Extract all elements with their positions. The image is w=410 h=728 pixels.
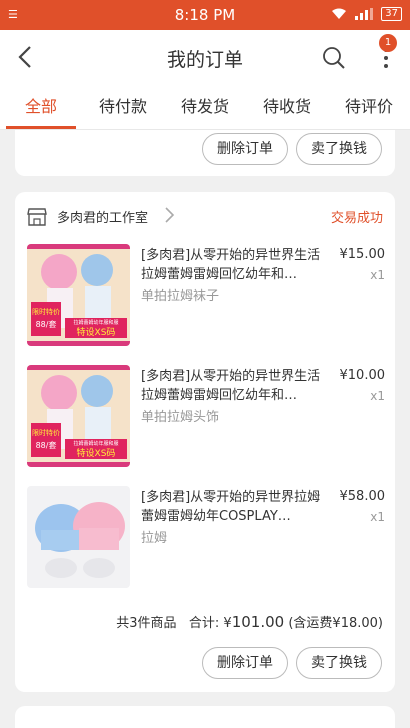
battery-indicator: 37 [381,7,402,21]
product-quantity: x1 [370,510,385,524]
promo-price: 88/套 [36,440,57,450]
tab-pending-payment[interactable]: 待付款 [82,85,164,129]
total-label: 合计: ¥ [188,616,232,631]
signal-icon [355,8,374,20]
banner-top-text: 拉姆蕾姆幼年服和服 [73,440,118,447]
next-order-card [15,706,395,728]
product-sku: 单拍拉姆袜子 [141,289,220,304]
banner-top-text: 拉姆蕾姆幼年服和服 [73,319,118,326]
tab-pending-review[interactable]: 待评价 [328,85,410,129]
product-quantity: x1 [370,268,385,282]
message-badge: 1 [379,34,397,52]
tab-all[interactable]: 全部 [0,85,82,129]
product-price: ¥58.00 [339,489,386,504]
product-title: [多肉君]从零开始的异世界拉姆蕾姆雷姆幼年COSPLAY… [141,490,321,524]
product-image: 限时特价 88/套 拉姆蕾姆幼年服和服 特设XS码 [27,365,130,467]
banner-main-text: 特设XS码 [77,326,116,338]
total-amount: 101.00 [231,613,285,631]
list-item[interactable]: 限时特价 88/套 拉姆蕾姆幼年服和服 特设XS码 [多肉君]从零开始的异世界生… [27,365,387,469]
banner-main-text: 特设XS码 [77,447,116,459]
order-tabs: 全部 待付款 待发货 待收货 待评价 [0,85,410,130]
delete-order-button[interactable]: 删除订单 [202,133,288,165]
order-status: 交易成功 [330,211,383,226]
promo-label: 限时特价 [32,428,60,437]
wifi-icon [332,8,347,19]
resell-button[interactable]: 卖了换钱 [296,647,382,679]
delete-order-button[interactable]: 删除订单 [202,647,288,679]
product-title: [多肉君]从零开始的异世界生活拉姆蕾姆雷姆回忆幼年和… [141,369,321,403]
tab-pending-shipment[interactable]: 待发货 [164,85,246,129]
product-quantity: x1 [370,389,385,403]
chevron-right-icon[interactable] [163,206,175,224]
shop-name[interactable]: 多肉君的工作室 [57,207,148,226]
search-icon[interactable] [322,46,346,70]
shop-icon [27,208,47,226]
list-item[interactable]: [多肉君]从零开始的异世界拉姆蕾姆雷姆幼年COSPLAY… 拉姆 ¥58.00 … [27,486,387,590]
list-item[interactable]: 限时特价 88/套 拉姆蕾姆幼年服和服 特设XS码 [多肉君]从零开始的异世界生… [27,244,387,348]
nav-bar: 我的订单 1 [0,30,410,85]
product-price: ¥10.00 [339,368,386,383]
tab-pending-receipt[interactable]: 待收货 [246,85,328,129]
shipping-fee: (含运费¥18.00) [288,616,383,631]
page-title: 我的订单 [166,49,243,71]
item-count: 共3件商品 [116,616,177,631]
order-card: 多肉君的工作室 交易成功 限时特价 88/套 拉姆蕾姆幼年服和服 特设XS码 [… [15,192,395,692]
product-sku: 拉姆 [141,531,168,546]
promo-price: 88/套 [36,319,57,329]
resell-button[interactable]: 卖了换钱 [296,133,382,165]
product-title: [多肉君]从零开始的异世界生活拉姆蕾姆雷姆回忆幼年和… [141,248,321,282]
product-image [27,486,130,588]
order-summary: 共3件商品 合计: ¥101.00 (含运费¥18.00) [116,612,383,631]
product-sku: 单拍拉姆头饰 [141,410,220,425]
previous-order-card: 删除订单 卖了换钱 [15,130,395,176]
status-bar: ☰ 8:18 PM 37 [0,0,410,30]
product-image: 限时特价 88/套 拉姆蕾姆幼年服和服 特设XS码 [27,244,130,346]
product-price: ¥15.00 [339,247,386,262]
promo-label: 限时特价 [32,307,60,316]
